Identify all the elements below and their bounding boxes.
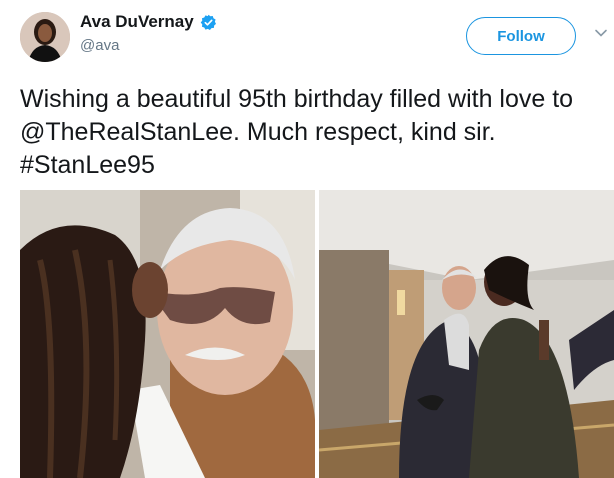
tweet-text: Wishing a beautiful 95th birthday filled… <box>20 85 574 179</box>
avatar[interactable] <box>20 12 70 62</box>
verified-badge-icon <box>200 14 217 31</box>
tweet-photo-2[interactable] <box>319 190 614 478</box>
chevron-down-icon[interactable] <box>594 26 608 40</box>
tweet-photo-1[interactable] <box>20 190 315 478</box>
author-name-row[interactable]: Ava DuVernay <box>80 12 217 32</box>
follow-button[interactable]: Follow <box>466 17 576 55</box>
author-handle[interactable]: @ava <box>80 37 119 54</box>
author-name[interactable]: Ava DuVernay <box>80 12 194 32</box>
